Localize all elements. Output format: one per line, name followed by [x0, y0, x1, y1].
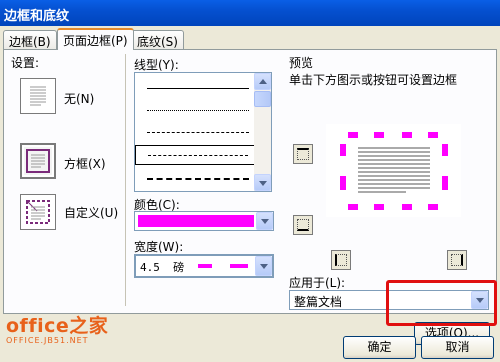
title-bar[interactable]: 边框和底纹: [0, 0, 500, 26]
list-scrollbar[interactable]: [254, 73, 271, 191]
column-divider: [125, 54, 126, 306]
setting-none-label: 无(N): [64, 92, 95, 106]
apply-to-value: 整篇文档: [294, 295, 343, 309]
width-sample-1: [198, 264, 212, 268]
list-item-selected[interactable]: [135, 145, 255, 165]
list-item[interactable]: [135, 79, 255, 99]
line-style-list[interactable]: [134, 72, 272, 192]
width-combo[interactable]: 4.5 磅: [134, 254, 274, 278]
list-item[interactable]: [135, 169, 255, 189]
list-item[interactable]: [135, 101, 255, 121]
width-dropdown-button[interactable]: [255, 256, 272, 276]
left-border-icon: [335, 254, 347, 266]
watermark-logo: office之家 OFFICE.JB51.NET: [6, 311, 108, 345]
list-item[interactable]: [135, 123, 255, 143]
cancel-button[interactable]: 取消: [421, 336, 494, 359]
setting-box-icon[interactable]: [20, 143, 56, 179]
chevron-down-icon: [260, 264, 268, 269]
scroll-down-button[interactable]: [254, 174, 271, 191]
setting-custom-label: 自定义(U): [64, 206, 119, 220]
width-sample-2: [230, 264, 248, 268]
top-border-button[interactable]: [293, 144, 313, 164]
preview-diagram[interactable]: [326, 124, 461, 217]
scroll-thumb[interactable]: [254, 91, 271, 107]
color-combo[interactable]: [134, 211, 274, 231]
preview-heading: 预览: [289, 56, 314, 70]
bottom-border-button[interactable]: [293, 215, 313, 235]
right-border-icon: [451, 254, 463, 266]
setting-none-icon[interactable]: [20, 78, 56, 114]
chevron-down-icon: [259, 181, 267, 186]
highlight-box: [386, 280, 497, 326]
apply-to-heading: 应用于(L):: [289, 276, 346, 290]
width-value: 4.5 磅: [140, 261, 185, 274]
right-border-button[interactable]: [447, 250, 467, 270]
setting-box-label: 方框(X): [64, 157, 106, 171]
tab-shading[interactable]: 底纹(S): [131, 30, 184, 49]
tab-page-border[interactable]: 页面边框(P): [57, 28, 134, 50]
tab-borders[interactable]: 边框(B): [3, 30, 57, 49]
bottom-border-icon: [297, 219, 309, 231]
preview-hint: 单击下方图示或按钮可设置边框: [289, 73, 458, 87]
window-title: 边框和底纹: [4, 9, 70, 24]
left-border-button[interactable]: [331, 250, 351, 270]
tab-panel: 设置: 无(N) 方框(X) 自定义(U) 线型(Y): 颜色(C): 宽度(W…: [3, 49, 497, 345]
chevron-down-icon: [261, 219, 269, 224]
color-swatch: [138, 215, 254, 227]
top-border-icon: [297, 148, 309, 160]
width-heading: 宽度(W):: [134, 240, 184, 254]
scroll-up-button[interactable]: [254, 73, 271, 90]
style-heading: 线型(Y):: [134, 58, 179, 72]
color-dropdown-button[interactable]: [256, 212, 273, 230]
setting-custom-icon[interactable]: [20, 194, 56, 230]
setting-heading: 设置:: [11, 56, 40, 70]
watermark-main: office之家: [6, 315, 109, 337]
ok-button[interactable]: 确定: [343, 336, 416, 359]
chevron-up-icon: [259, 79, 267, 84]
